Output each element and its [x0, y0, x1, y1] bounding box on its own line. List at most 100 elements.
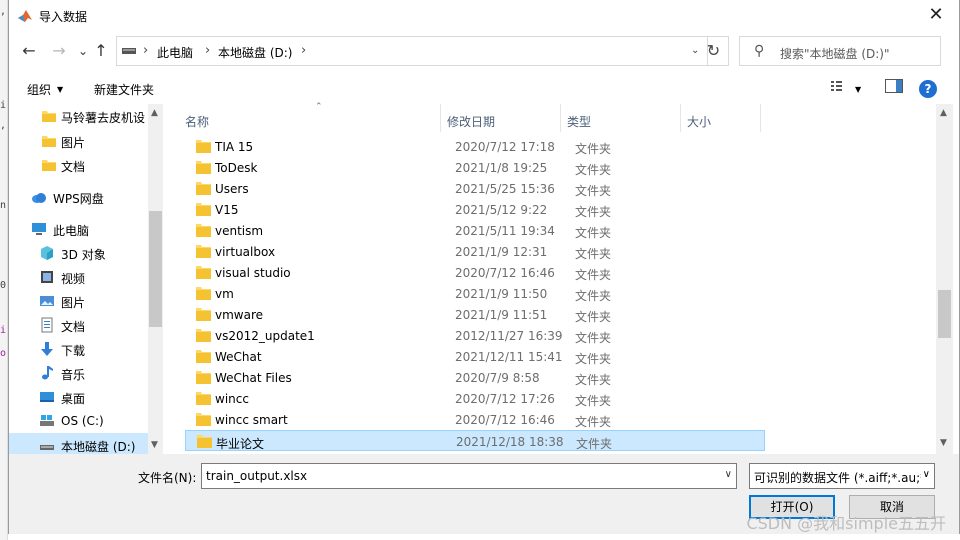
breadcrumb-local-disk-d[interactable]: 本地磁盘 (D:)	[218, 44, 292, 61]
organize-button[interactable]: 组织 ▼	[27, 81, 63, 98]
column-header-size[interactable]: 大小	[687, 104, 711, 132]
preview-pane-icon[interactable]	[885, 79, 903, 93]
file-type: 文件夹	[575, 373, 612, 387]
file-row[interactable]: visual studio 2020/7/12 16:46 文件夹	[185, 262, 765, 283]
breadcrumb-this-pc[interactable]: 此电脑	[157, 44, 193, 61]
folder-icon	[196, 203, 211, 216]
help-icon[interactable]: ?	[919, 80, 937, 98]
forward-button[interactable]: →	[47, 39, 71, 63]
file-date: 2020/7/12 16:46	[455, 266, 555, 280]
background-app-strip: , i , n 0 i o	[0, 0, 8, 540]
sidebar-item-label: 图片	[61, 136, 86, 150]
file-row[interactable]: WeChat Files 2020/7/9 8:58 文件夹	[185, 367, 765, 388]
folder-icon	[42, 160, 56, 171]
folder-icon	[196, 140, 211, 153]
file-list-scrollbar[interactable]	[936, 104, 953, 454]
view-options-icon[interactable]	[831, 79, 849, 93]
file-date: 2021/1/8 19:25	[455, 161, 548, 175]
drive-icon	[122, 48, 136, 54]
scroll-up-icon[interactable]: ▲	[151, 108, 158, 118]
file-row[interactable]: vm 2021/1/9 11:50 文件夹	[185, 283, 765, 304]
file-date: 2021/5/12 9:22	[455, 203, 548, 217]
scroll-up-icon[interactable]: ▲	[940, 108, 947, 118]
column-header-name[interactable]: 名称	[185, 104, 209, 132]
sidebar-item-pictures[interactable]: 图片	[9, 289, 149, 313]
document-icon	[41, 317, 53, 333]
search-input[interactable]: ⚲ 搜索"本地磁盘 (D:)"	[739, 36, 941, 66]
caret-down-icon: ▼	[57, 85, 64, 94]
sidebar-item-videos[interactable]: 视频	[9, 265, 149, 289]
file-row[interactable]: Users 2021/5/25 15:36 文件夹	[185, 178, 765, 199]
chevron-down-icon[interactable]: ∨	[725, 469, 732, 480]
navigation-pane: 马铃薯去皮机设 图片 文档 WPS网盘 此电脑 3D 对象 视频 图片 文档 下…	[9, 104, 163, 454]
refresh-button[interactable]: ↻	[699, 36, 729, 66]
video-icon	[41, 271, 53, 283]
sidebar-item-wps-cloud[interactable]: WPS网盘	[9, 185, 149, 209]
sidebar-item-os-c[interactable]: OS (C:)	[9, 409, 149, 433]
file-date: 2020/7/12 17:18	[455, 140, 555, 154]
sidebar-item-music[interactable]: 音乐	[9, 361, 149, 385]
sidebar-item-local-disk-d[interactable]: 本地磁盘 (D:)	[9, 433, 149, 454]
new-folder-button[interactable]: 新建文件夹	[94, 81, 154, 98]
file-row[interactable]: virtualbox 2021/1/9 12:31 文件夹	[185, 241, 765, 262]
file-date: 2021/5/11 19:34	[455, 224, 555, 238]
scroll-down-icon[interactable]: ▼	[940, 438, 947, 448]
sidebar-item-pictures-folder[interactable]: 图片	[9, 129, 149, 153]
title-bar[interactable]: 导入数据 ✕	[9, 0, 959, 31]
file-row[interactable]: vmware 2021/1/9 11:51 文件夹	[185, 304, 765, 325]
sidebar-item-folder[interactable]: 马铃薯去皮机设	[9, 104, 149, 128]
file-list: 名称 ⌃ 修改日期 类型 大小 TIA 15 2020/7/12 17:18 文…	[179, 102, 939, 454]
sidebar-item-downloads[interactable]: 下载	[9, 337, 149, 361]
file-type: 文件夹	[575, 247, 612, 261]
filename-field[interactable]: train_output.xlsx ∨	[201, 463, 737, 489]
file-name: virtualbox	[215, 245, 276, 259]
file-name: Users	[215, 182, 249, 196]
column-header-type[interactable]: 类型	[567, 104, 591, 132]
chevron-right-icon: ›	[143, 43, 149, 58]
file-row[interactable]: TIA 15 2020/7/12 17:18 文件夹	[185, 136, 765, 157]
column-divider[interactable]	[760, 104, 761, 132]
file-row[interactable]: ventism 2021/5/11 19:34 文件夹	[185, 220, 765, 241]
picture-icon	[40, 296, 54, 306]
column-divider[interactable]	[680, 104, 681, 132]
sidebar-item-label: 此电脑	[53, 224, 90, 238]
file-row[interactable]: ToDesk 2021/1/8 19:25 文件夹	[185, 157, 765, 178]
scroll-down-icon[interactable]: ▼	[151, 440, 158, 450]
filename-label: 文件名(N):	[138, 471, 197, 485]
file-row[interactable]: wincc smart 2020/7/12 16:46 文件夹	[185, 409, 765, 430]
file-type-filter-value: 可识别的数据文件 (*.aiff;*.au;*	[754, 471, 927, 485]
file-type-filter-select[interactable]: 可识别的数据文件 (*.aiff;*.au;* ∨	[749, 463, 935, 489]
column-header-date[interactable]: 修改日期	[447, 104, 495, 132]
view-caret-down-icon[interactable]: ▼	[855, 85, 861, 94]
file-row[interactable]: WeChat 2021/12/11 15:41 文件夹	[185, 346, 765, 367]
folder-icon	[196, 245, 211, 258]
sidebar-scrollbar-thumb[interactable]	[149, 211, 162, 327]
cube-icon	[41, 246, 53, 260]
sidebar-item-documents[interactable]: 文档	[9, 313, 149, 337]
file-row[interactable]: V15 2021/5/12 9:22 文件夹	[185, 199, 765, 220]
file-row[interactable]: vs2012_update1 2012/11/27 16:39 文件夹	[185, 325, 765, 346]
music-icon	[42, 366, 53, 380]
sidebar-item-desktop[interactable]: 桌面	[9, 385, 149, 409]
sidebar-item-this-pc[interactable]: 此电脑	[9, 217, 149, 241]
close-button[interactable]: ✕	[913, 0, 959, 31]
chevron-down-icon[interactable]: ∨	[920, 469, 930, 480]
file-type: 文件夹	[575, 310, 612, 324]
file-list-scrollbar-thumb[interactable]	[938, 290, 951, 338]
column-divider[interactable]	[560, 104, 561, 132]
column-divider[interactable]	[440, 104, 441, 132]
file-name: wincc smart	[215, 413, 288, 427]
file-row[interactable]: wincc 2020/7/12 17:26 文件夹	[185, 388, 765, 409]
navigation-bar: ← → ⌄ ↑ › 此电脑 › 本地磁盘 (D:) › ⌄ ↻ ⚲ 搜索"本地磁…	[9, 35, 959, 67]
up-button[interactable]: ↑	[89, 39, 113, 63]
sidebar-item-label: 3D 对象	[61, 248, 106, 262]
file-date: 2021/12/18 18:38	[456, 435, 564, 449]
sidebar-item-3d-objects[interactable]: 3D 对象	[9, 241, 149, 265]
back-button[interactable]: ←	[17, 39, 41, 63]
address-bar[interactable]: › 此电脑 › 本地磁盘 (D:) › ⌄	[116, 36, 708, 66]
sidebar-item-documents-folder[interactable]: 文档	[9, 153, 149, 177]
file-row-selected[interactable]: 毕业论文 2021/12/18 18:38 文件夹	[185, 430, 765, 451]
sort-ascending-icon: ⌃	[315, 102, 323, 112]
search-placeholder: 搜索"本地磁盘 (D:)"	[780, 47, 890, 61]
filename-value: train_output.xlsx	[206, 469, 308, 483]
